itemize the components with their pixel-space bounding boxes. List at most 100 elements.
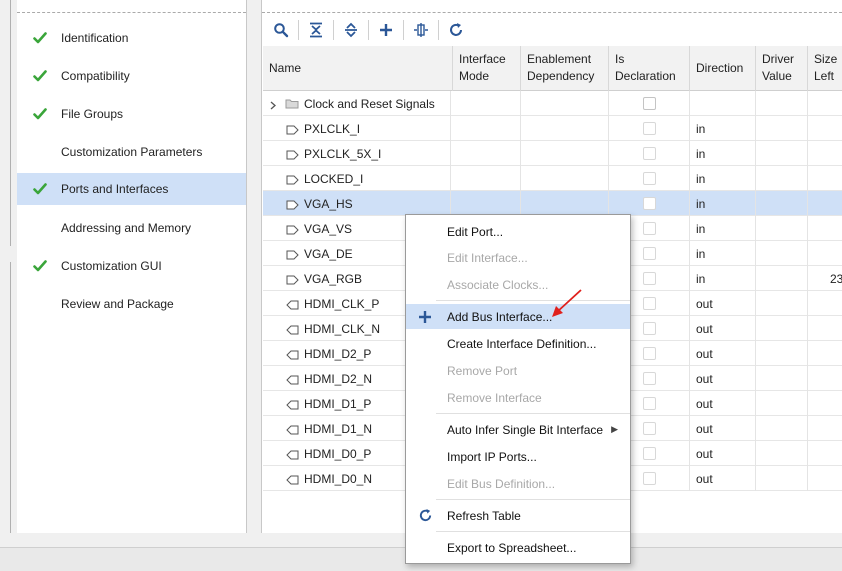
direction-cell[interactable]: out bbox=[690, 341, 756, 366]
map-button[interactable] bbox=[408, 17, 434, 43]
is-declaration-checkbox[interactable] bbox=[642, 197, 656, 210]
size-left-cell[interactable]: 23 bbox=[808, 266, 842, 291]
size-left-cell[interactable] bbox=[808, 416, 842, 441]
name-cell[interactable]: VGA_HS bbox=[263, 191, 451, 216]
table-row[interactable]: PXLCLK_5X_I in bbox=[263, 141, 842, 166]
is-declaration-checkbox[interactable] bbox=[642, 97, 656, 110]
direction-cell[interactable]: in bbox=[690, 141, 756, 166]
nav-item-customization-gui[interactable]: Customization GUI bbox=[17, 250, 246, 282]
mode-cell[interactable] bbox=[453, 116, 521, 141]
direction-cell[interactable]: in bbox=[690, 266, 756, 291]
driver-cell[interactable] bbox=[756, 91, 808, 116]
nav-item-compatibility[interactable]: Compatibility bbox=[17, 60, 246, 92]
table-row[interactable]: PXLCLK_I in bbox=[263, 116, 842, 141]
mode-cell[interactable] bbox=[453, 166, 521, 191]
is-declaration-checkbox[interactable] bbox=[642, 472, 656, 485]
enable-cell[interactable] bbox=[521, 166, 609, 191]
size-left-cell[interactable] bbox=[808, 116, 842, 141]
nav-item-customization-parameters[interactable]: Customization Parameters bbox=[17, 136, 246, 168]
is-declaration-checkbox[interactable] bbox=[642, 222, 656, 235]
driver-cell[interactable] bbox=[756, 141, 808, 166]
size-left-cell[interactable] bbox=[808, 316, 842, 341]
is-declaration-cell[interactable] bbox=[609, 191, 690, 216]
direction-cell[interactable]: out bbox=[690, 316, 756, 341]
direction-cell[interactable]: in bbox=[690, 241, 756, 266]
driver-cell[interactable] bbox=[756, 316, 808, 341]
nav-item-addressing-and-memory[interactable]: Addressing and Memory bbox=[17, 212, 246, 244]
mode-cell[interactable] bbox=[453, 141, 521, 166]
enable-cell[interactable] bbox=[521, 116, 609, 141]
menu-item-export-to-spreadsheet[interactable]: Export to Spreadsheet... bbox=[406, 535, 630, 560]
collapse-all-button[interactable] bbox=[303, 17, 329, 43]
driver-cell[interactable] bbox=[756, 166, 808, 191]
direction-cell[interactable]: out bbox=[690, 441, 756, 466]
expand-all-button[interactable] bbox=[338, 17, 364, 43]
driver-cell[interactable] bbox=[756, 191, 808, 216]
driver-cell[interactable] bbox=[756, 291, 808, 316]
is-declaration-checkbox[interactable] bbox=[642, 372, 656, 385]
size-left-cell[interactable] bbox=[808, 141, 842, 166]
driver-cell[interactable] bbox=[756, 441, 808, 466]
column-header-size-left[interactable]: Size Left bbox=[808, 46, 842, 91]
menu-item-edit-port[interactable]: Edit Port... bbox=[406, 219, 630, 244]
is-declaration-checkbox[interactable] bbox=[642, 422, 656, 435]
size-left-cell[interactable] bbox=[808, 191, 842, 216]
enable-cell[interactable] bbox=[521, 191, 609, 216]
name-cell[interactable]: PXLCLK_I bbox=[263, 116, 451, 141]
size-left-cell[interactable] bbox=[808, 291, 842, 316]
menu-item-remove-port[interactable]: Remove Port bbox=[406, 358, 630, 383]
is-declaration-cell[interactable] bbox=[609, 141, 690, 166]
column-header-driver-value[interactable]: Driver Value bbox=[756, 46, 808, 91]
menu-item-edit-interface[interactable]: Edit Interface... bbox=[406, 245, 630, 270]
column-header-direction[interactable]: Direction bbox=[690, 46, 756, 91]
driver-cell[interactable] bbox=[756, 116, 808, 141]
is-declaration-checkbox[interactable] bbox=[642, 297, 656, 310]
name-cell[interactable]: PXLCLK_5X_I bbox=[263, 141, 451, 166]
search-button[interactable] bbox=[268, 17, 294, 43]
column-header-name[interactable]: Name bbox=[263, 46, 453, 91]
is-declaration-checkbox[interactable] bbox=[642, 147, 656, 160]
menu-item-associate-clocks[interactable]: Associate Clocks... bbox=[406, 272, 630, 297]
direction-cell[interactable]: in bbox=[690, 166, 756, 191]
enable-cell[interactable] bbox=[521, 141, 609, 166]
column-header-interface-mode[interactable]: Interface Mode bbox=[453, 46, 521, 91]
size-left-cell[interactable] bbox=[808, 391, 842, 416]
direction-cell[interactable]: out bbox=[690, 366, 756, 391]
size-left-cell[interactable] bbox=[808, 241, 842, 266]
is-declaration-checkbox[interactable] bbox=[642, 322, 656, 335]
expand-chevron-icon[interactable] bbox=[269, 99, 277, 113]
menu-item-create-interface-definition[interactable]: Create Interface Definition... bbox=[406, 331, 630, 356]
driver-cell[interactable] bbox=[756, 391, 808, 416]
enable-cell[interactable] bbox=[521, 91, 609, 116]
menu-item-auto-infer-single-bit-interface[interactable]: Auto Infer Single Bit Interface ▶ bbox=[406, 417, 630, 442]
is-declaration-checkbox[interactable] bbox=[642, 172, 656, 185]
nav-item-review-and-package[interactable]: Review and Package bbox=[17, 288, 246, 320]
direction-cell[interactable]: out bbox=[690, 466, 756, 491]
is-declaration-cell[interactable] bbox=[609, 91, 690, 116]
menu-item-add-bus-interface[interactable]: Add Bus Interface... bbox=[406, 304, 630, 329]
refresh-button[interactable] bbox=[443, 17, 469, 43]
is-declaration-checkbox[interactable] bbox=[642, 447, 656, 460]
driver-cell[interactable] bbox=[756, 266, 808, 291]
direction-cell[interactable]: out bbox=[690, 391, 756, 416]
menu-item-remove-interface[interactable]: Remove Interface bbox=[406, 385, 630, 410]
direction-cell[interactable] bbox=[690, 91, 756, 116]
is-declaration-cell[interactable] bbox=[609, 116, 690, 141]
column-header-enablement-dependency[interactable]: Enablement Dependency bbox=[521, 46, 609, 91]
nav-item-file-groups[interactable]: File Groups bbox=[17, 98, 246, 130]
table-row[interactable]: Clock and Reset Signals bbox=[263, 91, 842, 116]
size-left-cell[interactable] bbox=[808, 341, 842, 366]
size-left-cell[interactable] bbox=[808, 216, 842, 241]
direction-cell[interactable]: out bbox=[690, 416, 756, 441]
nav-item-ports-and-interfaces[interactable]: Ports and Interfaces bbox=[17, 173, 246, 205]
direction-cell[interactable]: in bbox=[690, 116, 756, 141]
size-left-cell[interactable] bbox=[808, 366, 842, 391]
driver-cell[interactable] bbox=[756, 241, 808, 266]
size-left-cell[interactable] bbox=[808, 441, 842, 466]
driver-cell[interactable] bbox=[756, 216, 808, 241]
nav-item-identification[interactable]: Identification bbox=[17, 22, 246, 54]
table-row[interactable]: LOCKED_I in bbox=[263, 166, 842, 191]
is-declaration-checkbox[interactable] bbox=[642, 122, 656, 135]
driver-cell[interactable] bbox=[756, 466, 808, 491]
is-declaration-cell[interactable] bbox=[609, 166, 690, 191]
